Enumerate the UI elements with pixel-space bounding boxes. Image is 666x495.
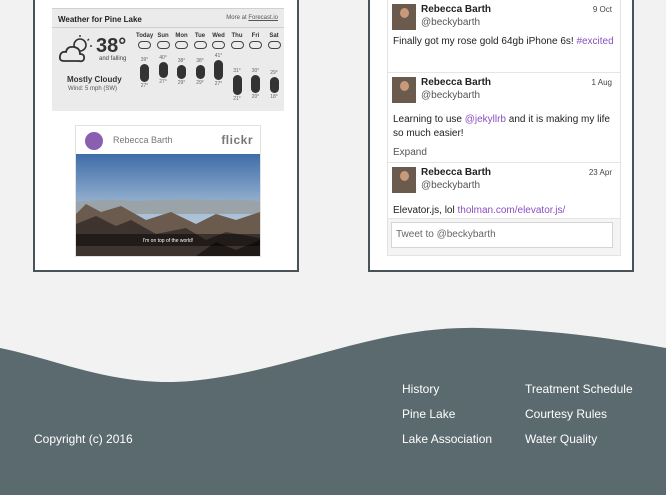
url-link[interactable]: tholman.com/elevator.js/ — [457, 205, 565, 216]
tweet-handle[interactable]: @beckybarth — [421, 90, 480, 101]
forecast-range-bar — [140, 64, 149, 82]
tweet-date[interactable]: 23 Apr — [589, 168, 612, 177]
cloud-icon — [138, 41, 151, 49]
partly-cloudy-icon — [58, 35, 92, 63]
tweet-text: Learning to use @jekyllrb and it is maki… — [393, 114, 610, 139]
tweet-author[interactable]: Rebecca Barth — [421, 77, 491, 88]
footer-link-water-quality[interactable]: Water Quality — [525, 432, 597, 446]
tweet-compose-input[interactable]: Tweet to @beckybarth — [391, 222, 613, 248]
forecast-day: Sun 40° 27° — [155, 33, 172, 85]
forecast-low: 20° — [251, 94, 260, 100]
forecast-low: 21° — [233, 96, 241, 102]
tweet-date[interactable]: 1 Aug — [592, 78, 612, 87]
cloud-icon — [267, 41, 281, 49]
forecast-range-bar — [251, 75, 260, 93]
forecast-low: 18° — [270, 94, 278, 100]
cloud-icon — [156, 41, 170, 49]
footer-link-pine-lake[interactable]: Pine Lake — [402, 407, 455, 421]
forecast-range-bar — [158, 62, 168, 78]
weather-widget: Weather for Pine Lake More at Forecast.i… — [52, 8, 284, 111]
forecast-range-bar — [195, 65, 205, 79]
forecast-range-bar — [269, 77, 279, 93]
tweet-text: Elevator.js, lol tholman.com/elevator.js… — [393, 205, 566, 216]
footer-link-lake-association[interactable]: Lake Association — [402, 432, 492, 446]
avatar[interactable] — [392, 4, 416, 30]
twitter-timeline: Rebecca Barth @beckybarth 9 Oct Finally … — [387, 0, 621, 256]
forecast-low: 27° — [140, 83, 149, 89]
forecast-low: 29° — [196, 80, 204, 86]
flickr-caption: I'm on top of the world! — [142, 238, 194, 244]
tweet-author[interactable]: Rebecca Barth — [421, 4, 491, 15]
tweet-item[interactable]: Rebecca Barth @beckybarth 23 Apr Elevato… — [388, 163, 620, 219]
forecast-day: Tue 38° 29° — [192, 33, 209, 86]
cloud-icon — [175, 41, 188, 49]
forecast-day: Fri 30° 20° — [247, 33, 264, 100]
current-temperature: 38° — [96, 35, 127, 57]
forecast-day-name: Tue — [194, 33, 206, 39]
tweet-date[interactable]: 9 Oct — [593, 5, 612, 14]
forecast-low: 29° — [177, 80, 186, 86]
forecast-day-name: Sat — [269, 33, 279, 39]
forecast-high: 38° — [177, 58, 186, 64]
flickr-avatar — [85, 132, 103, 150]
tweet-handle[interactable]: @beckybarth — [421, 180, 480, 191]
wind-info: Wind: 5 mph (SW) — [68, 86, 118, 92]
forecast-high: 29° — [270, 70, 278, 76]
forecast-day-name: Today — [136, 33, 154, 39]
forecast-day: Today 39° 27° — [136, 33, 154, 89]
weather-summary: Mostly Cloudy — [67, 75, 122, 84]
forecast-day-name: Sun — [157, 33, 169, 39]
temperature-trend: and falling — [99, 56, 127, 62]
forecast-day-name: Thu — [231, 33, 243, 39]
mention-link[interactable]: @jekyllrb — [465, 114, 506, 125]
footer-link-treatment-schedule[interactable]: Treatment Schedule — [525, 382, 633, 396]
weather-title: Weather for Pine Lake — [58, 15, 142, 24]
forecast-day-name: Fri — [251, 33, 260, 39]
forecast-high: 31° — [233, 68, 241, 74]
forecast-high: 30° — [251, 68, 260, 74]
forecast-day: Thu 31° 21° — [229, 33, 246, 102]
tweet-text: Finally got my rose gold 64gb iPhone 6s!… — [393, 36, 614, 47]
twitter-card: Rebecca Barth @beckybarth 9 Oct Finally … — [368, 0, 634, 272]
flickr-logo: flickr — [221, 133, 253, 147]
tweet-item[interactable]: Rebecca Barth @beckybarth 9 Oct Finally … — [388, 0, 620, 73]
footer-link-history[interactable]: History — [402, 382, 439, 396]
avatar[interactable] — [392, 77, 416, 103]
forecast-high: 40° — [159, 55, 167, 61]
hashtag-link[interactable]: #excited — [576, 36, 613, 47]
forecast-day: Wed 41° 27° — [210, 33, 227, 87]
weather-divider — [52, 27, 284, 28]
cloud-icon — [212, 41, 225, 49]
forecast-range-bar — [214, 60, 223, 80]
avatar[interactable] — [392, 167, 416, 193]
expand-link[interactable]: Expand — [393, 147, 427, 158]
tweet-author[interactable]: Rebecca Barth — [421, 167, 491, 178]
forecast-low: 27° — [214, 81, 223, 87]
forecast-day: Mon 38° 29° — [173, 33, 190, 86]
forecast-high: 39° — [140, 57, 149, 63]
tweet-handle[interactable]: @beckybarth — [421, 17, 480, 28]
forecast-low: 27° — [159, 79, 167, 85]
forecast-day-name: Wed — [212, 33, 225, 39]
forecast-day-name: Mon — [175, 33, 188, 39]
cloud-icon — [230, 41, 244, 49]
forecast-range-bar — [177, 65, 186, 79]
forecast-range-bar — [232, 75, 242, 95]
weather-more-link[interactable]: More at Forecast.io — [226, 15, 278, 21]
forecast-high: 41° — [214, 53, 223, 59]
flickr-widget[interactable]: Rebecca Barth flickr I'm on top of the w… — [75, 125, 261, 257]
footer-link-courtesy-rules[interactable]: Courtesy Rules — [525, 407, 607, 421]
forecast-high: 38° — [196, 58, 204, 64]
forecast-day: Sat 29° 18° — [266, 33, 283, 100]
cloud-icon — [193, 41, 207, 49]
tweet-item[interactable]: Rebecca Barth @beckybarth 1 Aug Learning… — [388, 73, 620, 163]
cloud-icon — [249, 41, 262, 49]
copyright-text: Copyright (c) 2016 — [34, 432, 133, 446]
weather-flickr-card: Weather for Pine Lake More at Forecast.i… — [33, 0, 299, 272]
flickr-user-name: Rebecca Barth — [113, 135, 173, 145]
